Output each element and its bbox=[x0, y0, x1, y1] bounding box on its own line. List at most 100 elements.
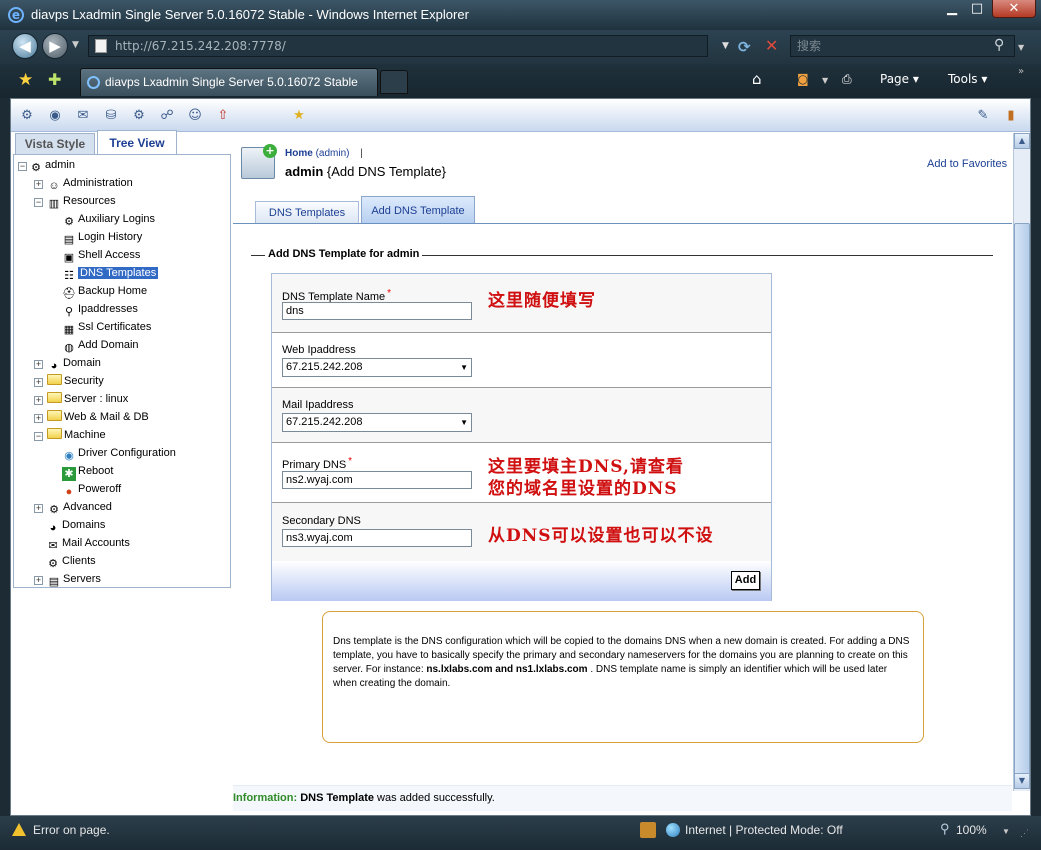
scroll-up-icon[interactable]: ▲ bbox=[1014, 133, 1030, 149]
search-icon[interactable]: ⚲ bbox=[994, 37, 1004, 53]
tree-node-admin[interactable]: − ⚙ admin bbox=[18, 157, 75, 174]
feeds-icon[interactable]: ◙ bbox=[797, 72, 809, 86]
add-button[interactable]: Add bbox=[731, 571, 760, 590]
favorites-star-icon[interactable]: ★ bbox=[18, 70, 33, 90]
admin-icon: ⚙ bbox=[31, 162, 41, 174]
add-favorites-icon[interactable]: ✚ bbox=[48, 70, 61, 89]
breadcrumb-home-link[interactable]: Home bbox=[285, 148, 313, 159]
tree-node-backup-home[interactable]: ⛑ Backup Home bbox=[62, 283, 147, 300]
collapse-icon[interactable]: − bbox=[34, 198, 43, 207]
tree-node-clients[interactable]: ⚙ Clients bbox=[46, 553, 96, 570]
toolbar-help-icon[interactable]: ✎ bbox=[973, 106, 993, 126]
toolbar-favorites-icon[interactable]: ★ bbox=[289, 106, 309, 126]
expand-icon[interactable]: + bbox=[34, 396, 43, 405]
tree-node-reboot[interactable]: ✱ Reboot bbox=[62, 463, 113, 481]
chevron-icon[interactable]: » bbox=[1018, 66, 1024, 77]
browser-tab[interactable]: diavps Lxadmin Single Server 5.0.16072 S… bbox=[80, 68, 378, 96]
stop-icon[interactable]: ✕ bbox=[765, 36, 778, 55]
template-name-input[interactable]: dns bbox=[282, 302, 472, 320]
tab-add-dns-template[interactable]: Add DNS Template bbox=[361, 196, 475, 224]
web-ipaddress-select[interactable]: 67.215.242.208 ▼ bbox=[282, 358, 472, 377]
toolbar-logout-icon[interactable]: ⇧ bbox=[213, 106, 233, 126]
secondary-dns-input[interactable]: ns3.wyaj.com bbox=[282, 529, 472, 547]
scroll-down-icon[interactable]: ▼ bbox=[1014, 773, 1030, 789]
zoom-icon[interactable]: ⚲ bbox=[940, 821, 950, 837]
collapse-icon[interactable]: − bbox=[18, 162, 27, 171]
expand-icon[interactable]: + bbox=[34, 360, 43, 369]
url-input[interactable]: http://67.215.242.208:7778/ bbox=[88, 35, 708, 57]
page-menu[interactable]: Page ▾ bbox=[880, 72, 919, 86]
tree-node-domains[interactable]: ◕ Domains bbox=[46, 517, 106, 534]
search-input[interactable]: 搜索 bbox=[790, 35, 1015, 57]
scroll-thumb[interactable] bbox=[1014, 223, 1030, 775]
error-on-page[interactable]: Error on page. bbox=[33, 823, 110, 837]
expand-icon[interactable]: + bbox=[34, 180, 43, 189]
expand-icon[interactable]: + bbox=[34, 414, 43, 423]
url-dropdown-icon[interactable]: ▼ bbox=[722, 41, 729, 51]
expand-icon[interactable]: + bbox=[34, 378, 43, 387]
info-label: Information: bbox=[233, 792, 298, 804]
tree-node-advanced[interactable]: + ⚙ Advanced bbox=[34, 499, 112, 516]
tree-node-servers[interactable]: + ▤ Servers bbox=[34, 571, 101, 588]
warning-icon[interactable] bbox=[12, 823, 26, 836]
print-icon[interactable]: ⎙ bbox=[842, 72, 852, 87]
tree-node-shell-access[interactable]: ▣ Shell Access bbox=[62, 247, 141, 264]
tree-node-add-domain[interactable]: ◍ Add Domain bbox=[62, 337, 138, 354]
tab-vista-style[interactable]: Vista Style bbox=[15, 133, 95, 155]
user-admin-icon: ☺ bbox=[48, 180, 60, 192]
tree-node-mail-accounts[interactable]: ✉ Mail Accounts bbox=[46, 535, 129, 552]
forward-button[interactable]: ▶ bbox=[42, 33, 68, 59]
zoom-level[interactable]: 100% bbox=[956, 823, 987, 837]
web-ipaddress-label: Web Ipaddress bbox=[282, 344, 356, 356]
expand-icon[interactable]: + bbox=[34, 504, 43, 513]
toolbar-mail-icon[interactable]: ✉ bbox=[73, 106, 93, 126]
tools-menu[interactable]: Tools ▾ bbox=[948, 72, 987, 86]
tree-node-poweroff[interactable]: ● Poweroff bbox=[62, 481, 122, 498]
tree-node-server[interactable]: + Server : linux bbox=[34, 391, 128, 408]
refresh-icon[interactable]: ⟳ bbox=[738, 38, 751, 56]
search-dropdown-icon[interactable]: ▼ bbox=[1018, 43, 1024, 52]
tree-node-ssl-certificates[interactable]: ▦ Ssl Certificates bbox=[62, 319, 152, 336]
maximize-button[interactable]: □ bbox=[965, 0, 989, 18]
tab-tree-view[interactable]: Tree View bbox=[97, 130, 177, 156]
minimize-button[interactable]: ▁ bbox=[940, 0, 964, 18]
tree-node-security[interactable]: + Security bbox=[34, 373, 104, 390]
zoom-dropdown-icon[interactable]: ▼ bbox=[1002, 827, 1010, 836]
tree-node-administration[interactable]: + ☺ Administration bbox=[34, 175, 133, 192]
domain-globe-icon: ◕ bbox=[50, 360, 58, 372]
add-to-favorites-link[interactable]: Add to Favorites bbox=[927, 158, 1007, 170]
tree-node-ipaddresses[interactable]: ⚲ Ipaddresses bbox=[62, 301, 138, 318]
tree-node-login-history[interactable]: ▤ Login History bbox=[62, 229, 142, 246]
home-icon[interactable]: ⌂ bbox=[752, 70, 762, 88]
feeds-dropdown-icon[interactable]: ▼ bbox=[822, 76, 828, 85]
recent-pages-dropdown-icon[interactable]: ▼ bbox=[72, 40, 79, 50]
toolbar-admin-icon[interactable]: ⚙ bbox=[17, 106, 37, 126]
tree-node-driver-configuration[interactable]: ◉ Driver Configuration bbox=[62, 445, 176, 462]
status-bar: Error on page. Internet | Protected Mode… bbox=[0, 816, 1041, 850]
tree-node-resources[interactable]: − ▥ Resources bbox=[34, 193, 116, 210]
toolbar-exit-icon[interactable]: ▮ bbox=[1001, 106, 1021, 126]
resize-grip-icon[interactable]: ⋰ bbox=[1020, 828, 1029, 839]
tree-node-dns-templates[interactable]: ☷ DNS Templates bbox=[62, 265, 159, 282]
mail-ipaddress-label: Mail Ipaddress bbox=[282, 399, 354, 411]
toolbar-domain-icon[interactable]: ◉ bbox=[45, 106, 65, 126]
tree-label: Servers bbox=[63, 573, 101, 585]
security-zone[interactable]: Internet | Protected Mode: Off bbox=[685, 823, 843, 837]
back-button[interactable]: ◀ bbox=[12, 33, 38, 59]
new-tab-button[interactable] bbox=[380, 70, 408, 94]
mail-ipaddress-select[interactable]: 67.215.242.208 ▼ bbox=[282, 413, 472, 432]
toolbar-settings-icon[interactable]: ⚙ bbox=[129, 106, 149, 126]
vertical-scrollbar[interactable]: ▲ ▼ bbox=[1013, 133, 1030, 791]
tree-node-auxiliary-logins[interactable]: ⚙ Auxiliary Logins bbox=[62, 211, 155, 228]
expand-icon[interactable]: + bbox=[34, 576, 43, 585]
collapse-icon[interactable]: − bbox=[34, 432, 43, 441]
toolbar-user-icon[interactable]: ☺ bbox=[185, 106, 205, 126]
tree-node-domain[interactable]: + ◕ Domain bbox=[34, 355, 101, 372]
primary-dns-input[interactable]: ns2.wyaj.com bbox=[282, 471, 472, 489]
tab-dns-templates[interactable]: DNS Templates bbox=[255, 201, 359, 224]
toolbar-db-icon[interactable]: ⛁ bbox=[101, 106, 121, 126]
toolbar-network-icon[interactable]: ☍ bbox=[157, 106, 177, 126]
close-button[interactable]: ✕ bbox=[992, 0, 1036, 18]
tree-node-web-mail-db[interactable]: + Web & Mail & DB bbox=[34, 409, 149, 426]
tree-node-machine[interactable]: − Machine bbox=[34, 427, 106, 444]
